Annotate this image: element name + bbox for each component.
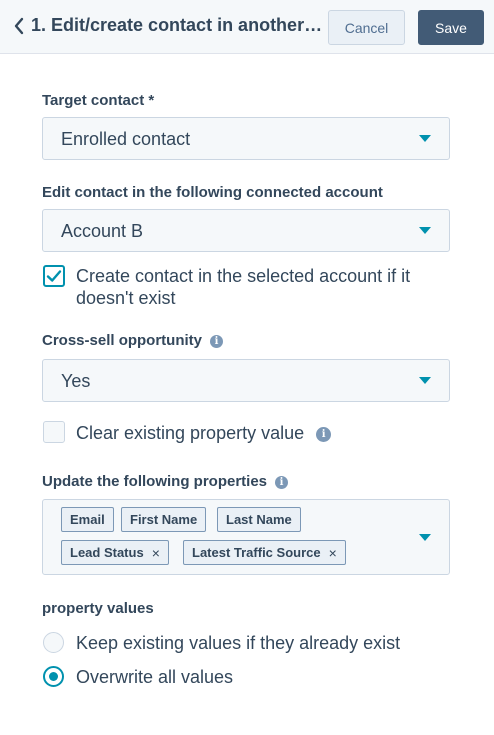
caret-down-icon bbox=[419, 135, 431, 142]
property-tag: Latest Traffic Source × bbox=[183, 540, 346, 565]
cross-sell-value: Yes bbox=[61, 371, 91, 391]
property-tag: Email bbox=[61, 507, 114, 532]
property-tag-label: First Name bbox=[130, 512, 198, 527]
panel-header: 1. Edit/create contact in another connec… bbox=[0, 0, 494, 54]
clear-property-label: Clear existing property value bbox=[76, 423, 305, 443]
keep-values-label: Keep existing values if they already exi… bbox=[76, 633, 401, 653]
save-button[interactable]: Save bbox=[418, 10, 484, 45]
overwrite-values-radio[interactable] bbox=[43, 666, 64, 687]
property-tag: Last Name bbox=[217, 507, 301, 532]
info-icon[interactable]: i bbox=[210, 334, 224, 348]
keep-values-radio[interactable] bbox=[43, 632, 64, 653]
caret-down-icon bbox=[419, 227, 431, 234]
checkmark-icon bbox=[46, 270, 62, 282]
property-tag: First Name bbox=[121, 507, 207, 532]
caret-down-icon bbox=[419, 377, 431, 384]
property-tag-label: Email bbox=[70, 512, 105, 527]
remove-tag-icon[interactable]: × bbox=[329, 545, 337, 561]
info-icon[interactable]: i bbox=[275, 475, 289, 489]
connected-account-select[interactable]: Account B bbox=[42, 209, 450, 252]
caret-down-icon bbox=[419, 534, 431, 541]
properties-label: Update the following properties bbox=[42, 473, 268, 490]
target-contact-select[interactable]: Enrolled contact bbox=[42, 117, 450, 160]
cross-sell-select[interactable]: Yes bbox=[42, 359, 450, 402]
create-contact-label: Create contact in the selected account i… bbox=[76, 266, 411, 308]
connected-account-value: Account B bbox=[61, 221, 144, 241]
target-contact-label: Target contact * bbox=[42, 92, 155, 109]
properties-label-row: Update the following properties i bbox=[42, 473, 289, 490]
cross-sell-label-row: Cross-sell opportunity i bbox=[42, 332, 224, 349]
connected-account-label: Edit contact in the following connected … bbox=[42, 184, 383, 201]
overwrite-values-label: Overwrite all values bbox=[76, 667, 234, 687]
property-tag: Lead Status × bbox=[61, 540, 169, 565]
chevron-left-icon[interactable] bbox=[12, 16, 26, 36]
cancel-button[interactable]: Cancel bbox=[328, 10, 405, 45]
clear-property-row: Clear existing property value i bbox=[76, 422, 332, 444]
page-title: 1. Edit/create contact in another connec… bbox=[31, 15, 323, 35]
property-tag-label: Latest Traffic Source bbox=[192, 545, 321, 560]
remove-tag-icon[interactable]: × bbox=[152, 545, 160, 561]
property-tag-label: Last Name bbox=[226, 512, 292, 527]
target-contact-value: Enrolled contact bbox=[61, 129, 191, 149]
create-contact-checkbox[interactable] bbox=[43, 265, 65, 287]
property-tag-label: Lead Status bbox=[70, 545, 144, 560]
clear-property-checkbox[interactable] bbox=[43, 421, 65, 443]
info-icon[interactable]: i bbox=[316, 426, 332, 442]
cross-sell-label: Cross-sell opportunity bbox=[42, 332, 203, 349]
property-values-label: property values bbox=[42, 600, 154, 617]
